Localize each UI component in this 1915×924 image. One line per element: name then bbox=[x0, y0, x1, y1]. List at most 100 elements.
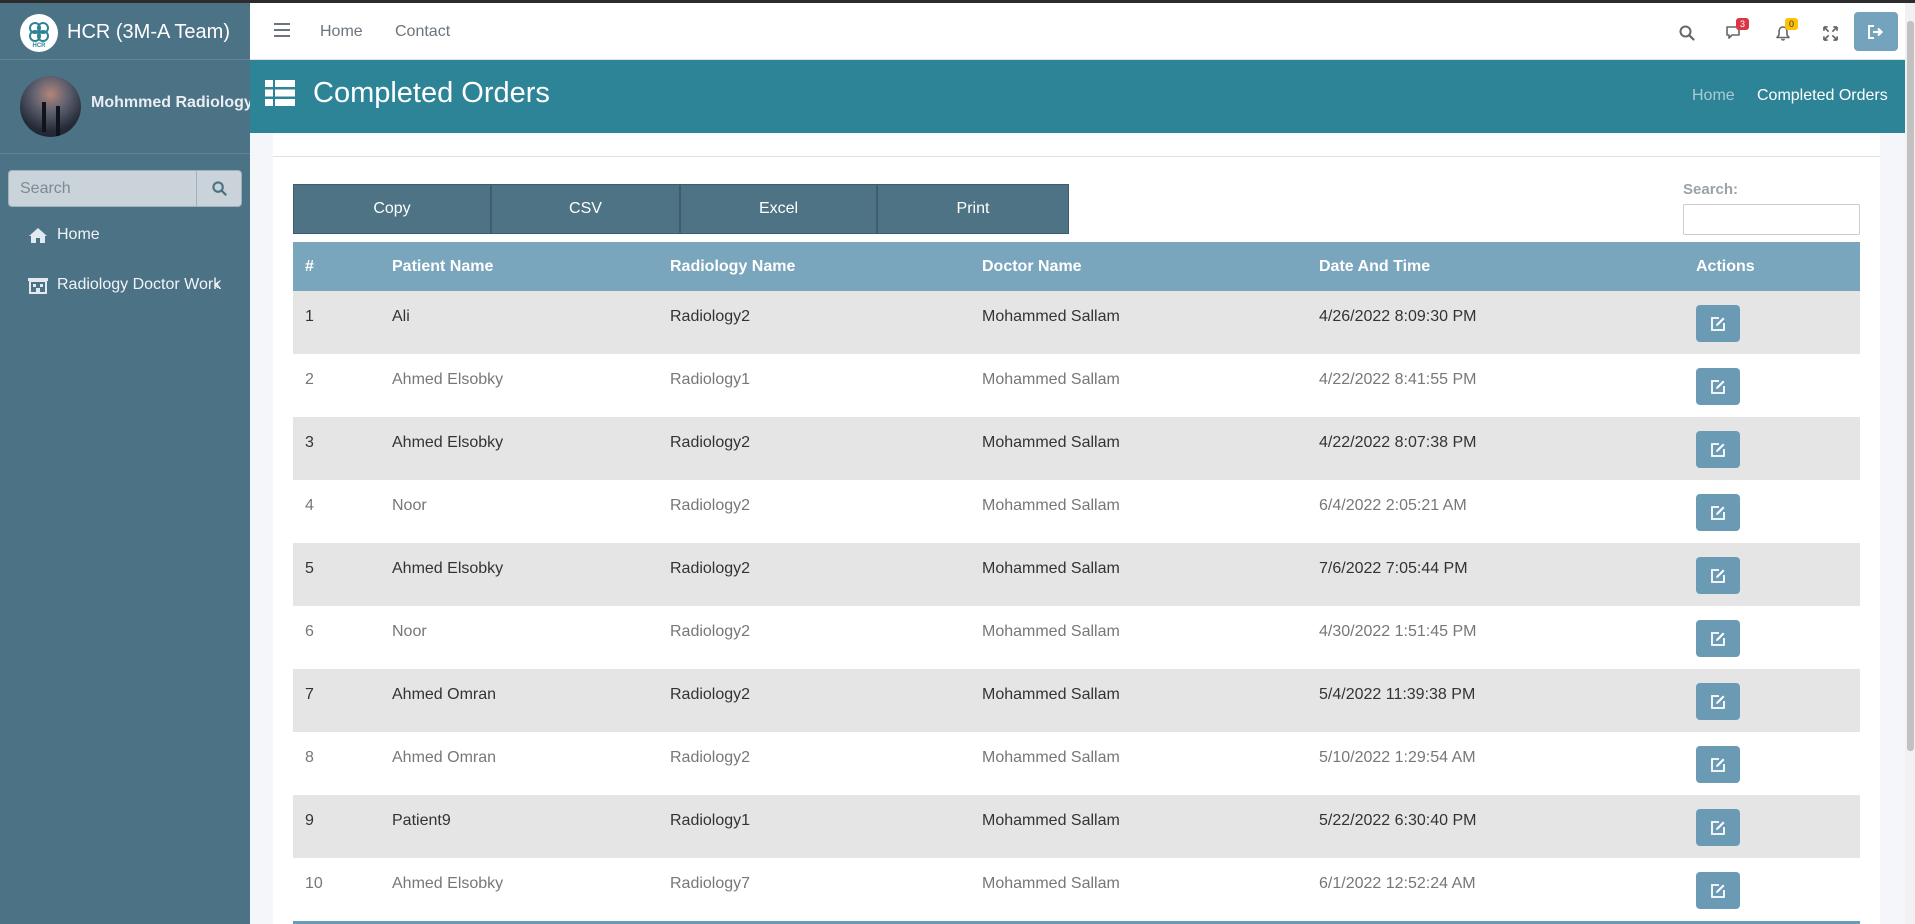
nav-link-contact[interactable]: Contact bbox=[395, 23, 450, 41]
cell-doctor-name: Mohammed Sallam bbox=[982, 434, 1120, 451]
cell-radiology-name: Radiology2 bbox=[670, 749, 751, 766]
table-row: 4 Noor Radiology2 Mohammed Sallam 6/4/20… bbox=[293, 480, 1860, 543]
column-header-doctor-name[interactable]: Doctor Name bbox=[970, 242, 1307, 291]
cell-number: 2 bbox=[305, 371, 314, 388]
table-row: 1 Ali Radiology2 Mohammed Sallam 4/26/20… bbox=[293, 291, 1860, 354]
cell-radiology-name: Radiology2 bbox=[670, 434, 751, 451]
cell-number: 9 bbox=[305, 812, 314, 829]
edit-icon bbox=[1711, 379, 1725, 394]
search-icon bbox=[1679, 25, 1695, 41]
hamburger-menu-icon[interactable] bbox=[274, 23, 290, 37]
cell-radiology-name: Radiology2 bbox=[670, 560, 751, 577]
edit-button[interactable] bbox=[1696, 683, 1740, 720]
notifications-button[interactable]: 0 bbox=[1771, 18, 1798, 45]
sidebar-search-input[interactable] bbox=[8, 170, 196, 207]
user-panel[interactable]: Mohmmed Radiology bbox=[0, 61, 250, 154]
messages-button[interactable]: 3 bbox=[1722, 18, 1749, 45]
cell-number: 5 bbox=[305, 560, 314, 577]
edit-icon bbox=[1711, 568, 1725, 583]
edit-button[interactable] bbox=[1696, 368, 1740, 405]
cell-patient-name: Ali bbox=[392, 308, 410, 325]
cell-doctor-name: Mohammed Sallam bbox=[982, 875, 1120, 892]
page-title: Completed Orders bbox=[313, 77, 550, 109]
column-header-patient-name[interactable]: Patient Name bbox=[380, 242, 658, 291]
search-icon bbox=[211, 181, 227, 196]
cell-number: 4 bbox=[305, 497, 314, 514]
cell-patient-name: Noor bbox=[392, 497, 427, 514]
logout-button[interactable] bbox=[1854, 12, 1898, 51]
table-header-row: # Patient Name Radiology Name Doctor Nam… bbox=[293, 242, 1860, 291]
cell-number: 7 bbox=[305, 686, 314, 703]
cell-radiology-name: Radiology2 bbox=[670, 308, 751, 325]
cell-patient-name: Ahmed Elsobky bbox=[392, 434, 504, 451]
cell-number: 6 bbox=[305, 623, 314, 640]
column-header-actions: Actions bbox=[1696, 257, 1755, 275]
top-navbar: Home Contact 3 0 bbox=[250, 0, 1915, 60]
cell-patient-name: Ahmed Omran bbox=[392, 686, 497, 703]
column-header-radiology-name[interactable]: Radiology Name bbox=[658, 242, 970, 291]
cell-date-time: 4/26/2022 8:09:30 PM bbox=[1319, 308, 1477, 325]
cell-doctor-name: Mohammed Sallam bbox=[982, 686, 1120, 703]
messages-badge: 3 bbox=[1736, 18, 1749, 30]
edit-button[interactable] bbox=[1696, 431, 1740, 468]
copy-button[interactable]: Copy bbox=[293, 184, 491, 234]
column-header-date-time[interactable]: Date And Time bbox=[1307, 242, 1684, 291]
table-row: 8 Ahmed Omran Radiology2 Mohammed Sallam… bbox=[293, 732, 1860, 795]
sidebar-item-radiology-doctor-work[interactable]: Radiology Doctor Work ‹ bbox=[0, 265, 250, 305]
edit-button[interactable] bbox=[1696, 746, 1740, 783]
sidebar-search bbox=[8, 170, 242, 207]
sidebar: HCR HCR (3M-A Team) Mohmmed Radiology Ho… bbox=[0, 0, 250, 924]
table-search-input[interactable] bbox=[1683, 204, 1860, 235]
edit-button[interactable] bbox=[1696, 872, 1740, 909]
chevron-left-icon[interactable]: ‹ bbox=[214, 276, 219, 294]
table-row: 5 Ahmed Elsobky Radiology2 Mohammed Sall… bbox=[293, 543, 1860, 606]
brand-link[interactable]: HCR HCR (3M-A Team) bbox=[0, 3, 250, 60]
cell-date-time: 5/4/2022 11:39:38 PM bbox=[1319, 686, 1476, 703]
scrollbar-thumb[interactable] bbox=[1907, 21, 1914, 751]
cell-patient-name: Ahmed Omran bbox=[392, 749, 497, 766]
edit-icon bbox=[1711, 820, 1725, 835]
edit-button[interactable] bbox=[1696, 305, 1740, 342]
breadcrumb-home[interactable]: Home bbox=[1692, 87, 1735, 105]
cell-patient-name: Noor bbox=[392, 623, 427, 640]
user-name[interactable]: Mohmmed Radiology bbox=[91, 94, 250, 112]
cell-patient-name: Ahmed Elsobky bbox=[392, 560, 504, 577]
cell-actions bbox=[1684, 291, 1860, 354]
edit-icon bbox=[1711, 631, 1725, 646]
edit-button[interactable] bbox=[1696, 494, 1740, 531]
hospital-icon bbox=[27, 276, 49, 294]
cell-doctor-name: Mohammed Sallam bbox=[982, 623, 1120, 640]
edit-button[interactable] bbox=[1696, 557, 1740, 594]
expand-icon bbox=[1822, 25, 1838, 41]
sidebar-search-button[interactable] bbox=[196, 170, 242, 207]
cell-date-time: 6/1/2022 12:52:24 AM bbox=[1319, 875, 1476, 892]
page-scrollbar[interactable] bbox=[1905, 3, 1915, 924]
edit-button[interactable] bbox=[1696, 620, 1740, 657]
sidebar-item-home[interactable]: Home bbox=[0, 215, 250, 255]
print-button[interactable]: Print bbox=[877, 184, 1069, 234]
column-header-number[interactable]: # bbox=[293, 242, 380, 291]
cell-number: 8 bbox=[305, 749, 314, 766]
notifications-badge: 0 bbox=[1785, 18, 1798, 30]
fullscreen-button[interactable] bbox=[1818, 21, 1842, 45]
logo-text: HCR bbox=[33, 43, 47, 49]
cell-actions bbox=[1684, 732, 1860, 795]
cell-date-time: 5/10/2022 1:29:54 AM bbox=[1319, 749, 1476, 766]
sidebar-item-label: Radiology Doctor Work bbox=[57, 276, 222, 293]
table-row: 9 Patient9 Radiology1 Mohammed Sallam 5/… bbox=[293, 795, 1860, 858]
cell-date-time: 7/6/2022 7:05:44 PM bbox=[1319, 560, 1468, 577]
edit-icon bbox=[1711, 505, 1725, 520]
cell-actions bbox=[1684, 858, 1860, 921]
edit-button[interactable] bbox=[1696, 809, 1740, 846]
excel-button[interactable]: Excel bbox=[680, 184, 877, 234]
completed-orders-table: # Patient Name Radiology Name Doctor Nam… bbox=[293, 242, 1860, 921]
cell-actions bbox=[1684, 543, 1860, 606]
cell-radiology-name: Radiology2 bbox=[670, 686, 751, 703]
cell-actions bbox=[1684, 480, 1860, 543]
edit-icon bbox=[1711, 694, 1725, 709]
content-header: Completed Orders Home Completed Orders bbox=[250, 60, 1905, 133]
nav-link-home[interactable]: Home bbox=[320, 23, 363, 41]
cell-actions bbox=[1684, 606, 1860, 669]
csv-button[interactable]: CSV bbox=[491, 184, 680, 234]
navbar-search-button[interactable] bbox=[1675, 21, 1699, 45]
